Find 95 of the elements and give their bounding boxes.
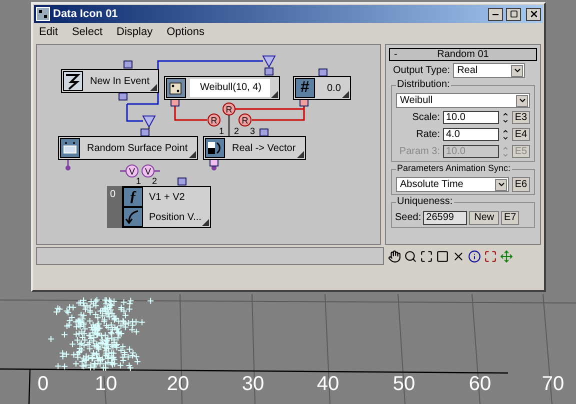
zoom-region-icon[interactable]	[420, 250, 433, 262]
converter-icon	[205, 138, 225, 158]
window-title: Data Icon 01	[53, 6, 119, 22]
group-label: Uniqueness:	[396, 197, 454, 207]
axis-tick-label: 20	[166, 374, 190, 394]
operator-label: Position V...	[149, 210, 202, 224]
parameter-label: Param 3:	[399, 145, 440, 159]
port-badge: R	[222, 102, 236, 116]
operator-node[interactable]: Real -> Vector	[203, 136, 306, 160]
operator-node[interactable]: New In Event	[61, 69, 160, 93]
rollout-header[interactable]: - Random 01	[389, 48, 537, 61]
axis-tick-label: 0	[37, 374, 49, 394]
corner-mark-icon	[296, 151, 304, 158]
operator-label: V1 + V2	[149, 190, 185, 204]
minimize-button[interactable]	[488, 8, 503, 20]
port-badge: R	[238, 114, 252, 126]
search-icon[interactable]	[404, 250, 417, 262]
axis-tick-label: 40	[316, 374, 340, 394]
operator-node[interactable]: Random Surface Point	[58, 136, 198, 160]
parameter-label: Rate:	[416, 128, 440, 142]
port-square	[260, 128, 268, 136]
distribution-dropdown[interactable]: Weibull	[396, 93, 530, 108]
axis-tick-label: 60	[468, 374, 492, 394]
key-button[interactable]: E7	[501, 210, 520, 224]
seed-label: Seed:	[395, 211, 422, 225]
group-label: Distribution:	[396, 80, 451, 90]
spinner-button[interactable]	[501, 128, 510, 141]
seed-field[interactable]: 26599	[423, 210, 468, 224]
sync-dropdown[interactable]: Absolute Time	[396, 177, 509, 192]
port-number: 2	[234, 126, 240, 136]
operator-label: 0.0	[326, 82, 341, 96]
lightning-icon	[63, 71, 83, 91]
port-number: 2	[152, 176, 158, 186]
port-badge: V	[126, 164, 138, 178]
output-type-label: Output Type:	[393, 64, 450, 78]
maximize-button[interactable]	[506, 8, 521, 20]
operator-node[interactable]: # 0.0	[293, 76, 351, 100]
move-icon[interactable]	[500, 250, 513, 262]
connection-wire	[119, 170, 161, 172]
parameter-field[interactable]: 4.0	[443, 128, 499, 141]
axis-tick-label: 30	[242, 374, 264, 394]
stack-index: 0	[107, 186, 122, 228]
axis-tick-label: 10	[94, 374, 118, 394]
function-icon: ƒ	[123, 187, 143, 207]
binary-data-icon	[36, 7, 50, 21]
close-button[interactable]	[526, 8, 541, 20]
maximize-icon	[510, 10, 518, 18]
input-triangle-icon	[262, 56, 276, 68]
operator-label: Real -> Vector	[231, 142, 296, 156]
menu-item[interactable]: Options	[166, 24, 205, 40]
hash-icon: #	[295, 78, 315, 98]
operator-label: New In Event	[89, 74, 150, 88]
menu-item[interactable]: Display	[116, 24, 153, 40]
surface-point-icon	[60, 138, 80, 158]
port-badge: R	[208, 114, 220, 126]
parameter-field[interactable]: 10.0	[443, 111, 499, 124]
zoom-extents-icon[interactable]	[436, 250, 449, 262]
parameter-label: Scale:	[412, 111, 440, 125]
new-seed-button[interactable]: New	[469, 210, 500, 224]
operator-label: Random Surface Point	[86, 142, 188, 156]
group-label: Parameters Animation Sync:	[396, 164, 512, 173]
key-button[interactable]: E6	[512, 177, 530, 192]
port-square	[118, 92, 128, 100]
corner-mark-icon	[342, 91, 349, 98]
corner-mark-icon	[271, 91, 278, 98]
port-number: 1	[136, 176, 142, 186]
select-region-icon[interactable]	[484, 250, 497, 262]
port-square	[264, 68, 274, 76]
port-square	[318, 68, 328, 76]
operator-label: Weibull(10, 4)	[190, 79, 270, 97]
port-square	[140, 128, 150, 136]
corner-mark-icon	[188, 151, 196, 158]
port-square	[124, 60, 132, 68]
axis-tick-label: 50	[392, 374, 416, 394]
operator-node[interactable]: Weibull(10, 4)	[164, 76, 280, 100]
axis-tick-label: 70	[542, 374, 564, 394]
corner-mark-icon	[150, 84, 158, 91]
port-square	[178, 178, 186, 186]
port-number: 1	[219, 126, 224, 136]
pan-icon[interactable]	[388, 250, 401, 262]
input-triangle-icon	[142, 116, 156, 128]
close-icon	[528, 9, 538, 19]
menu-item[interactable]: Edit	[39, 24, 58, 40]
menu-item[interactable]: Select	[72, 24, 103, 40]
spinner-button[interactable]	[501, 111, 510, 124]
port-number: 3	[250, 126, 256, 136]
corner-mark-icon	[202, 219, 210, 226]
info-icon[interactable]	[468, 250, 481, 262]
operator-stack-node[interactable]: ƒ V1 + V2 Position V...	[122, 186, 212, 228]
port-badge: V	[142, 164, 154, 178]
key-button[interactable]: E3	[512, 111, 530, 124]
output-type-dropdown[interactable]: Real	[453, 63, 526, 78]
key-button[interactable]: E4	[512, 128, 530, 141]
zoom-all-icon[interactable]	[452, 250, 465, 262]
dice-icon	[166, 78, 186, 98]
